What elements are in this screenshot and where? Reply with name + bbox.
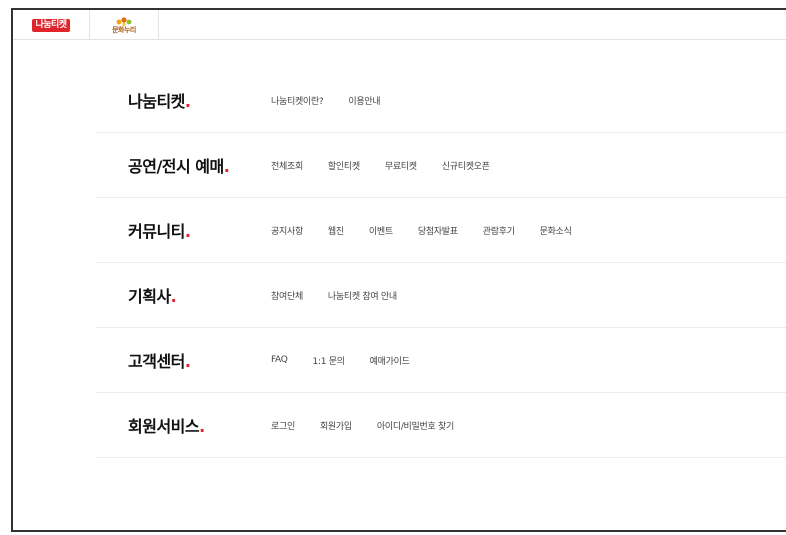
title-dot: . bbox=[184, 92, 191, 111]
menu-row: 공연/전시 예매. 전체조회 할인티켓 무료티켓 신규티켓오픈 bbox=[96, 133, 786, 198]
menu-section-title[interactable]: 커뮤니티. bbox=[128, 218, 191, 242]
menu-section-title[interactable]: 공연/전시 예매. bbox=[128, 153, 230, 177]
menu-link[interactable]: 공지사항 bbox=[271, 224, 303, 237]
menu-row: 기획사. 참여단체 나눔티켓 참여 안내 bbox=[96, 263, 786, 328]
munhwa-nuri-tab[interactable]: 문화누리 bbox=[90, 10, 159, 40]
nanum-ticket-tab[interactable]: 나눔티켓 bbox=[13, 10, 90, 40]
menu-section-title-text: 기획사 bbox=[128, 287, 171, 306]
menu-link[interactable]: 당첨자발표 bbox=[418, 224, 458, 237]
menu-link[interactable]: 나눔티켓 참여 안내 bbox=[328, 289, 397, 302]
menu-section-title-text: 공연/전시 예매 bbox=[128, 157, 224, 176]
menu-section-title-text: 커뮤니티 bbox=[128, 222, 185, 241]
menu-section-title-text: 고객센터 bbox=[128, 352, 185, 371]
menu-section-title[interactable]: 회원서비스. bbox=[128, 413, 205, 437]
munhwa-nuri-logo-icon bbox=[116, 17, 132, 26]
menu-row: 나눔티켓. 나눔티켓이란? 이용안내 bbox=[96, 68, 786, 133]
menu-links: FAQ 1:1 문의 예매가이드 bbox=[271, 354, 435, 367]
menu-section-title[interactable]: 고객센터. bbox=[128, 348, 191, 372]
title-dot: . bbox=[170, 287, 177, 306]
title-dot: . bbox=[184, 222, 191, 241]
menu-link[interactable]: 로그인 bbox=[271, 419, 295, 432]
menu-link[interactable]: 나눔티켓이란? bbox=[271, 94, 324, 107]
title-dot: . bbox=[223, 157, 230, 176]
menu-section-title-text: 회원서비스 bbox=[128, 417, 200, 436]
menu-row: 회원서비스. 로그인 회원가입 아이디/비밀번호 찾기 bbox=[96, 393, 786, 458]
menu-links: 공지사항 웹진 이벤트 당첨자발표 관람후기 문화소식 bbox=[271, 224, 597, 237]
menu-link[interactable]: 이벤트 bbox=[369, 224, 393, 237]
menu-links: 나눔티켓이란? 이용안내 bbox=[271, 94, 405, 107]
sitemap-menu: 나눔티켓. 나눔티켓이란? 이용안내공연/전시 예매. 전체조회 할인티켓 무료티켓 신규티… bbox=[96, 68, 786, 458]
menu-link[interactable]: 웹진 bbox=[328, 224, 344, 237]
menu-link[interactable]: 신규티켓오픈 bbox=[442, 159, 490, 172]
menu-link[interactable]: FAQ bbox=[271, 355, 288, 365]
menu-link[interactable]: 관람후기 bbox=[483, 224, 515, 237]
nanum-ticket-logo: 나눔티켓 bbox=[32, 18, 70, 32]
site-topbar: 나눔티켓 문화누리 bbox=[13, 10, 786, 40]
menu-row: 커뮤니티. 공지사항 웹진 이벤트 당첨자발표 관람후기 문화소식 bbox=[96, 198, 786, 263]
menu-link[interactable]: 1:1 문의 bbox=[313, 354, 345, 367]
menu-link[interactable]: 할인티켓 bbox=[328, 159, 360, 172]
menu-links: 참여단체 나눔티켓 참여 안내 bbox=[271, 289, 422, 302]
menu-link[interactable]: 회원가입 bbox=[320, 419, 352, 432]
menu-section-title[interactable]: 기획사. bbox=[128, 283, 177, 307]
title-dot: . bbox=[199, 417, 205, 436]
munhwa-nuri-logo-text: 문화누리 bbox=[112, 26, 136, 34]
menu-link[interactable]: 무료티켓 bbox=[385, 159, 417, 172]
menu-link[interactable]: 아이디/비밀번호 찾기 bbox=[377, 419, 454, 432]
menu-link[interactable]: 문화소식 bbox=[540, 224, 572, 237]
menu-link[interactable]: 예매가이드 bbox=[370, 354, 410, 367]
menu-section-title-text: 나눔티켓 bbox=[128, 92, 185, 111]
menu-row: 고객센터. FAQ 1:1 문의 예매가이드 bbox=[96, 328, 786, 393]
menu-link[interactable]: 참여단체 bbox=[271, 289, 303, 302]
title-dot: . bbox=[184, 352, 191, 371]
menu-section-title[interactable]: 나눔티켓. bbox=[128, 88, 191, 112]
menu-links: 전체조회 할인티켓 무료티켓 신규티켓오픈 bbox=[271, 159, 515, 172]
menu-links: 로그인 회원가입 아이디/비밀번호 찾기 bbox=[271, 419, 479, 432]
menu-link[interactable]: 이용안내 bbox=[348, 94, 380, 107]
menu-link[interactable]: 전체조회 bbox=[271, 159, 303, 172]
